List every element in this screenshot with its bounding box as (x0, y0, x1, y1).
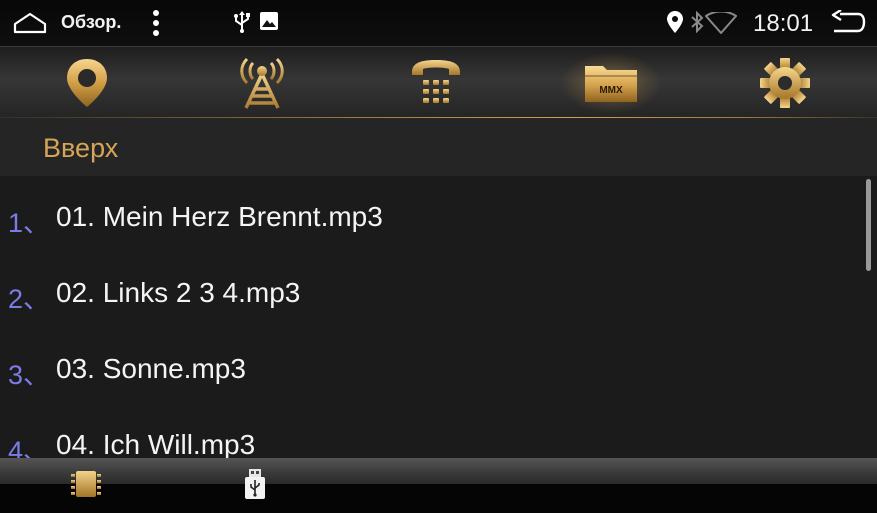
up-directory-row[interactable]: Вверх (0, 118, 877, 176)
list-item-index: 2、 (8, 284, 51, 314)
list-item[interactable]: 1、 01. Mein Herz Brennt.mp3 (0, 176, 860, 252)
media-tab-label: MMX (599, 85, 623, 96)
sd-card-button[interactable] (66, 466, 106, 502)
wifi-icon (705, 10, 737, 39)
tab-settings[interactable] (725, 47, 845, 119)
list-item[interactable]: 4、 04. Ich Will.mp3 (0, 404, 860, 458)
tab-navigation[interactable] (27, 47, 147, 119)
scrollbar[interactable] (866, 179, 871, 271)
app-screen: Обзор. 18:01 MMX Вверх 1、 01. Mein Herz … (0, 0, 877, 513)
bottom-strip (0, 458, 877, 484)
sd-card-icon (71, 471, 101, 497)
home-icon[interactable] (12, 11, 48, 40)
map-pin-icon (67, 59, 107, 107)
tab-phone[interactable] (376, 47, 496, 119)
radio-tower-icon (240, 57, 284, 109)
status-title: Обзор. (61, 12, 122, 32)
list-item[interactable]: 2、 02. Links 2 3 4.mp3 (0, 252, 860, 328)
bottom-bar (0, 458, 877, 513)
bluetooth-icon (690, 10, 704, 38)
clock: 18:01 (753, 10, 814, 37)
back-icon[interactable] (830, 8, 866, 41)
usb-drive-icon (245, 469, 265, 499)
file-list[interactable]: 1、 01. Mein Herz Brennt.mp3 2、 02. Links… (0, 176, 877, 458)
list-item-name: 02. Links 2 3 4.mp3 (56, 277, 301, 308)
usb-drive-button[interactable] (235, 466, 275, 502)
list-item[interactable]: 3、 03. Sonne.mp3 (0, 328, 860, 404)
list-item-index: 4、 (8, 436, 51, 458)
usb-icon (233, 11, 251, 38)
folder-icon: MMX (585, 66, 637, 102)
up-label: Вверх (43, 133, 119, 163)
image-icon (260, 12, 278, 35)
phone-icon (412, 60, 460, 103)
list-item-index: 3、 (8, 360, 51, 390)
tab-media[interactable]: MMX (551, 47, 671, 119)
status-bar: Обзор. 18:01 (0, 0, 877, 46)
list-item-name: 04. Ich Will.mp3 (56, 429, 256, 458)
list-item-index: 1、 (8, 208, 51, 238)
list-item-name: 01. Mein Herz Brennt.mp3 (56, 201, 383, 232)
gear-icon (760, 58, 810, 108)
more-vert-icon[interactable] (151, 9, 161, 42)
tab-bar: MMX (0, 46, 877, 119)
location-icon (667, 11, 683, 38)
list-item-name: 03. Sonne.mp3 (56, 353, 246, 384)
tab-radio[interactable] (202, 47, 322, 119)
